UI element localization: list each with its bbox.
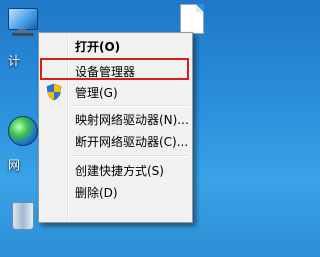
computer-icon-label[interactable]: 计 bbox=[8, 52, 20, 69]
menu-item-label: 映射网络驱动器(N)... bbox=[75, 113, 189, 127]
menu-separator bbox=[71, 155, 189, 157]
menu-item-open[interactable]: 打开(O) bbox=[41, 35, 190, 57]
network-icon[interactable] bbox=[8, 116, 38, 146]
menu-item-label: 管理(G) bbox=[75, 86, 118, 100]
monitor-base bbox=[12, 33, 34, 36]
menu-item-manage[interactable]: 管理(G) bbox=[41, 81, 190, 103]
menu-item-label: 创建快捷方式(S) bbox=[75, 164, 164, 178]
uac-shield-icon bbox=[46, 83, 62, 101]
bin-shape bbox=[12, 202, 34, 230]
computer-icon[interactable] bbox=[6, 6, 40, 36]
monitor-shape bbox=[8, 8, 38, 30]
menu-item-label: 打开(O) bbox=[75, 40, 121, 54]
menu-item-create-shortcut[interactable]: 创建快捷方式(S) bbox=[41, 159, 190, 181]
menu-item-map-network-drive[interactable]: 映射网络驱动器(N)... bbox=[41, 108, 190, 130]
menu-item-disconnect-network-drive[interactable]: 断开网络驱动器(C)... bbox=[41, 130, 190, 152]
menu-separator bbox=[71, 105, 189, 107]
network-icon-label[interactable]: 网 bbox=[8, 156, 20, 173]
document-icon[interactable] bbox=[180, 4, 204, 34]
page-shape bbox=[180, 4, 204, 34]
recycle-bin-icon[interactable] bbox=[12, 200, 34, 230]
menu-item-label: 设备管理器 bbox=[75, 65, 136, 79]
menu-item-label: 删除(D) bbox=[75, 186, 118, 200]
menu-item-delete[interactable]: 删除(D) bbox=[41, 181, 190, 203]
menu-item-label: 断开网络驱动器(C)... bbox=[75, 135, 189, 149]
menu-item-device-manager[interactable]: 设备管理器 bbox=[40, 58, 190, 82]
globe-shape bbox=[8, 116, 38, 146]
context-menu: 打开(O) 设备管理器 管理(G) 映射网络驱动器(N)... 断开网络驱动器(… bbox=[38, 32, 193, 223]
desktop: 计 网 打开(O) 设备管理器 管理(G) 映射网络驱动器(N)... 断开网络… bbox=[0, 0, 241, 257]
